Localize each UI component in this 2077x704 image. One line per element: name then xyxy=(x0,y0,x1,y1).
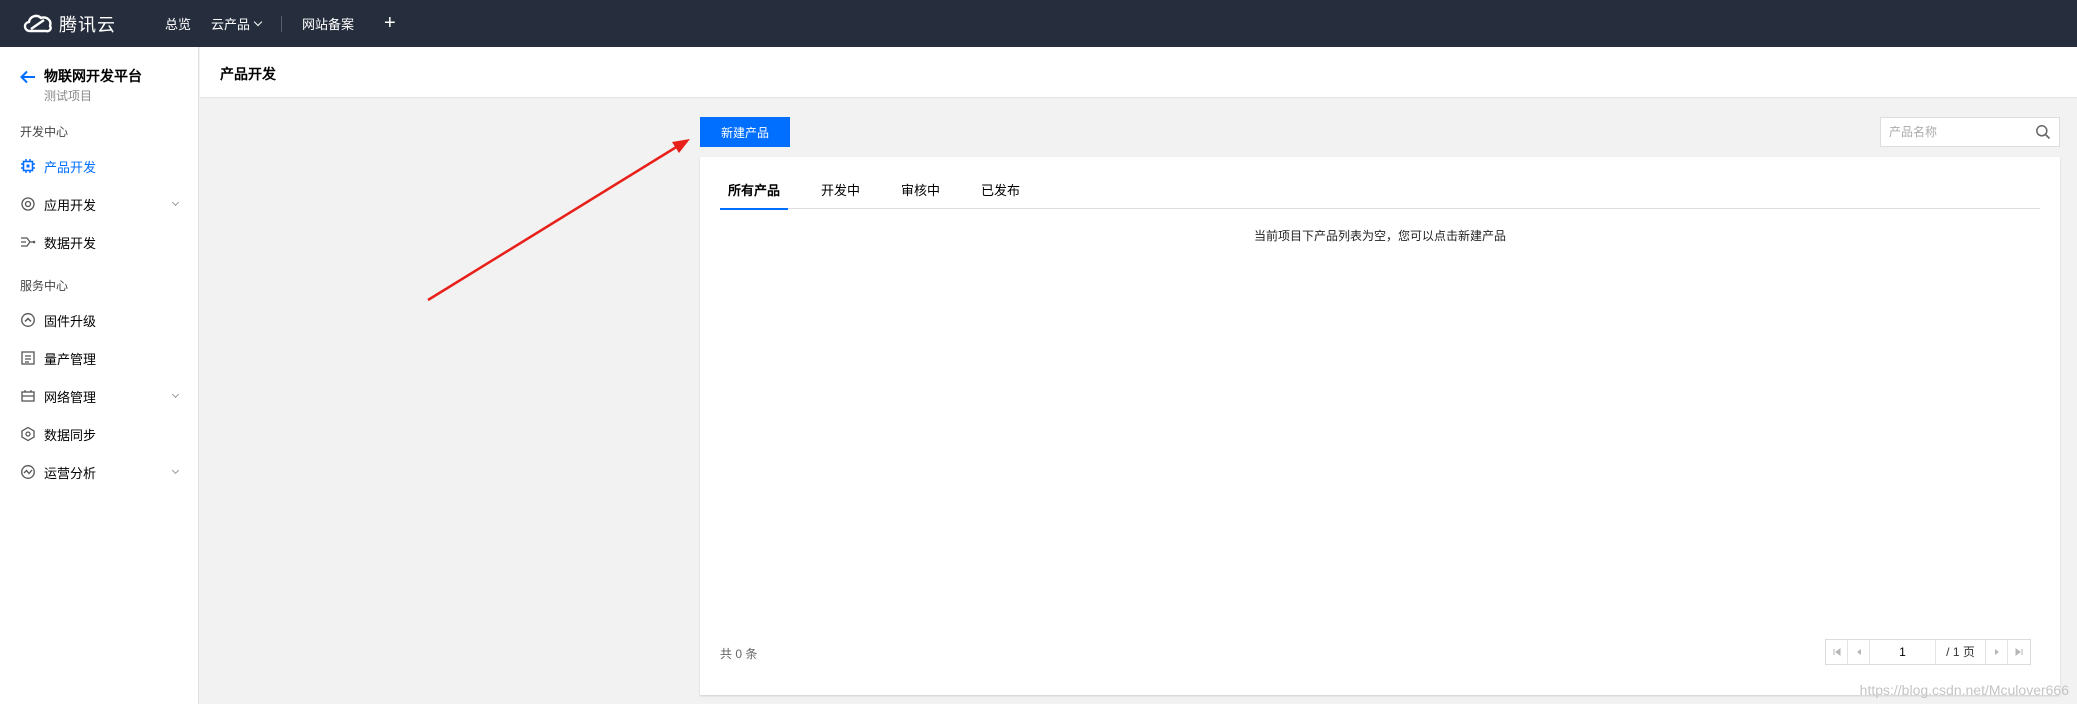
analytics-icon xyxy=(20,464,36,480)
next-page-icon[interactable] xyxy=(1986,640,2008,664)
sidebar-item-product-dev[interactable]: 产品开发 xyxy=(0,147,198,185)
chip-icon xyxy=(20,158,36,174)
data-flow-icon xyxy=(20,234,36,250)
upgrade-icon xyxy=(20,312,36,328)
nav-cloud-products[interactable]: 云产品 xyxy=(211,14,263,33)
tab-under-review[interactable]: 审核中 xyxy=(893,179,948,209)
gear-icon xyxy=(20,196,36,212)
nav-overview[interactable]: 总览 xyxy=(165,14,191,33)
tab-all-products[interactable]: 所有产品 xyxy=(720,179,789,210)
chevron-down-icon xyxy=(253,17,263,26)
project-header: 物联网开发平台 测试项目 xyxy=(0,47,198,117)
sidebar-item-label: 应用开发 xyxy=(44,197,97,213)
first-page-icon[interactable] xyxy=(1826,640,1848,664)
add-shortcut-button[interactable]: + xyxy=(384,12,396,35)
new-product-button[interactable]: 新建产品 xyxy=(700,117,790,147)
section-service-center: 服务中心 xyxy=(20,279,69,293)
page-header: 产品开发 xyxy=(200,47,2077,98)
total-count: 共 0 条 xyxy=(720,647,758,661)
sidebar-item-label: 量产管理 xyxy=(44,351,97,367)
document-icon xyxy=(20,350,36,366)
pagination: / 1 页 xyxy=(1825,639,2031,665)
nav-cloud-products-label: 云产品 xyxy=(211,17,251,32)
search-input[interactable] xyxy=(1889,123,2029,141)
network-icon xyxy=(20,388,36,404)
watermark: https://blog.csdn.net/Mculover666 xyxy=(1859,682,2069,698)
sidebar-item-data-sync[interactable]: 数据同步 xyxy=(0,415,198,453)
brand-name: 腾讯云 xyxy=(59,14,116,35)
sidebar: 物联网开发平台 测试项目 开发中心 产品开发 应用开发 数据开发 服务中心 固件… xyxy=(0,47,199,704)
sidebar-item-mass-production[interactable]: 量产管理 xyxy=(0,339,198,377)
empty-state-text: 当前项目下产品列表为空，您可以点击新建产品 xyxy=(1253,229,1506,243)
page-total: / 1 页 xyxy=(1936,640,1986,664)
sidebar-item-label: 网络管理 xyxy=(44,389,97,405)
sidebar-item-app-dev[interactable]: 应用开发 xyxy=(0,185,198,223)
product-list-panel: 所有产品 开发中 审核中 已发布 当前项目下产品列表为空，您可以点击新建产品 共… xyxy=(700,157,2060,695)
sidebar-item-label: 产品开发 xyxy=(44,159,97,175)
product-tabs: 所有产品 开发中 审核中 已发布 xyxy=(720,179,2040,210)
page-title: 产品开发 xyxy=(220,66,276,82)
sidebar-item-label: 运营分析 xyxy=(44,465,97,481)
page-number-input[interactable] xyxy=(1870,640,1936,664)
back-arrow-icon[interactable] xyxy=(20,69,36,87)
prev-page-icon[interactable] xyxy=(1848,640,1870,664)
sync-icon xyxy=(20,426,36,442)
nav-divider xyxy=(281,15,283,32)
chevron-down-icon xyxy=(171,466,180,475)
chevron-down-icon xyxy=(171,390,180,399)
sidebar-item-label: 固件升级 xyxy=(44,313,97,329)
chevron-down-icon xyxy=(171,198,180,207)
cloud-logo-icon xyxy=(23,14,52,32)
section-dev-center: 开发中心 xyxy=(20,125,69,139)
sidebar-item-analytics[interactable]: 运营分析 xyxy=(0,453,198,491)
search-box xyxy=(1880,117,2060,147)
search-icon[interactable] xyxy=(2035,124,2051,143)
top-navbar: 腾讯云 总览 云产品 网站备案 + xyxy=(0,0,2077,47)
project-title: 物联网开发平台 xyxy=(44,68,142,84)
tab-published[interactable]: 已发布 xyxy=(973,179,1028,209)
brand-logo[interactable]: 腾讯云 xyxy=(20,11,145,37)
sidebar-item-data-dev[interactable]: 数据开发 xyxy=(0,223,198,261)
sidebar-item-label: 数据同步 xyxy=(44,427,97,443)
sidebar-item-firmware[interactable]: 固件升级 xyxy=(0,301,198,339)
tab-in-development[interactable]: 开发中 xyxy=(813,179,868,209)
project-subtitle: 测试项目 xyxy=(44,89,93,103)
nav-icp-filing[interactable]: 网站备案 xyxy=(302,14,354,33)
last-page-icon[interactable] xyxy=(2008,640,2030,664)
sidebar-item-network[interactable]: 网络管理 xyxy=(0,377,198,415)
sidebar-item-label: 数据开发 xyxy=(44,235,97,251)
